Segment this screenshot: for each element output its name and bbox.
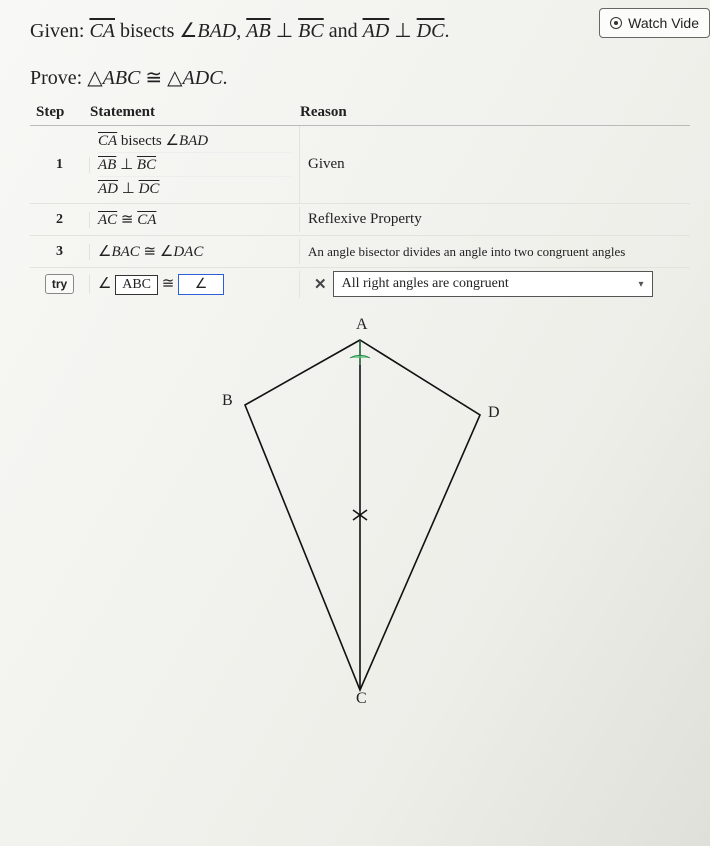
header-statement: Statement [90,104,300,121]
chevron-down-icon: ▾ [639,279,644,290]
step-number: 2 [30,212,90,228]
table-row: 3 ∠BAC ≅ ∠DAC An angle bisector divides … [30,236,690,268]
header-reason: Reason [300,104,690,121]
reason-cell: Reflexive Property [300,208,690,231]
statement-cell: AC ≅ CA [90,207,300,232]
table-row: 2 AC ≅ CA Reflexive Property [30,204,690,236]
reason-cell: An angle bisector divides an angle into … [300,241,690,263]
statement-cell: ∠BAC ≅ ∠DAC [90,239,300,264]
given-line: Given: CA bisects ∠BAD, AB ⊥ BC and AD ⊥… [30,18,599,43]
given-math: CA bisects ∠BAD, AB ⊥ BC and AD ⊥ DC. [89,20,449,42]
statement-cell: CA bisects ∠BAD AB ⊥ BC AD ⊥ DC [90,126,300,203]
step-number: 1 [30,157,90,173]
table-row: try ∠ ABC ≅ ∠ ✕ All right angles are con… [30,268,690,300]
reason-selected: All right angles are congruent [342,276,509,292]
try-button[interactable]: try [45,274,74,294]
watch-video-button[interactable]: Watch Vide [599,8,710,38]
watch-video-label: Watch Vide [628,15,699,31]
record-icon [610,17,622,29]
angle-input-right[interactable]: ∠ [178,274,224,295]
header-step: Step [30,104,90,121]
statement-input-cell: ∠ ABC ≅ ∠ [90,271,300,298]
proof-table: Step Statement Reason 1 CA bisects ∠BAD … [30,104,690,300]
clear-icon[interactable]: ✕ [308,275,333,294]
stmt-1a: CA bisects ∠BAD [98,129,291,153]
reason-dropdown[interactable]: All right angles are congruent ▾ [333,271,653,297]
prove-label: Prove: [30,67,82,89]
reason-input-cell: ✕ All right angles are congruent ▾ [300,268,690,300]
vertex-d: D [488,404,500,422]
step-number: 3 [30,244,90,260]
given-label: Given: [30,20,84,42]
vertex-b: B [222,392,233,410]
table-row: 1 CA bisects ∠BAD AB ⊥ BC AD ⊥ DC Given [30,126,690,204]
stmt-1c: AD ⊥ DC [98,177,291,200]
prove-math: △ABC ≅ △ADC. [87,67,227,89]
angle-symbol: ∠ [98,276,111,292]
vertex-a: A [356,316,368,334]
prove-line: Prove: △ABC ≅ △ADC. [30,65,690,90]
vertex-c: C [356,690,367,708]
table-header: Step Statement Reason [30,104,690,126]
reason-cell: Given [300,153,690,176]
stmt-1b: AB ⊥ BC [98,153,291,177]
step-try: try [30,274,90,294]
geometry-figure: A B D C [160,310,560,710]
angle-input-left[interactable]: ABC [115,275,158,295]
congruent-symbol: ≅ [162,276,175,292]
